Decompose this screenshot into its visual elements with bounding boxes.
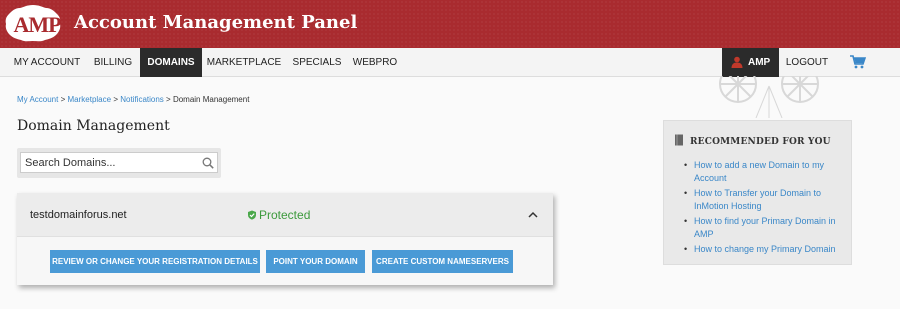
app-title: Account Management Panel <box>74 12 358 33</box>
breadcrumb-separator: > <box>166 95 171 104</box>
search-box <box>17 148 221 178</box>
shield-check-icon <box>248 210 256 220</box>
recommended-link[interactable]: How to find your Primary Domain in AMP <box>694 216 836 239</box>
domain-card: testdomainforus.net Protected REVIEW OR … <box>17 193 553 285</box>
nav-webpro[interactable]: WEBPRO <box>348 48 402 77</box>
domain-name: testdomainforus.net <box>30 209 127 221</box>
nav-specials[interactable]: SPECIALS <box>288 48 346 77</box>
breadcrumb-my-account[interactable]: My Account <box>17 95 58 104</box>
list-item: How to change my Primary Domain <box>684 243 849 256</box>
header-bar: AMP Account Management Panel <box>0 0 900 48</box>
nav-billing[interactable]: BILLING <box>88 48 138 77</box>
user-label: AMP <box>748 57 771 68</box>
logout-link[interactable]: LOGOUT <box>782 48 832 77</box>
recommended-link[interactable]: How to add a new Domain to my Account <box>694 160 824 183</box>
list-item: How to add a new Domain to my Account <box>684 159 849 185</box>
nav-marketplace[interactable]: MARKETPLACE <box>204 48 284 77</box>
breadcrumb: My Account > Marketplace > Notifications… <box>17 95 249 104</box>
nav-domains[interactable]: DOMAINS <box>140 48 202 77</box>
create-nameservers-button[interactable]: CREATE CUSTOM NAMESERVERS <box>372 250 513 273</box>
list-item: How to Transfer your Domain to InMotion … <box>684 187 849 213</box>
recommended-heading: RECOMMENDED FOR YOU <box>674 134 831 147</box>
recommended-link[interactable]: How to Transfer your Domain to InMotion … <box>694 188 821 211</box>
chevron-up-icon[interactable] <box>527 210 539 220</box>
breadcrumb-separator: > <box>60 95 66 104</box>
user-icon <box>731 56 743 68</box>
search-input[interactable] <box>20 152 218 173</box>
breadcrumb-separator: > <box>113 95 118 104</box>
breadcrumb-marketplace[interactable]: Marketplace <box>68 95 112 104</box>
main-nav: MY ACCOUNT BILLING DOMAINS MARKETPLACE S… <box>0 48 900 77</box>
domain-card-header[interactable]: testdomainforus.net Protected <box>17 193 553 237</box>
breadcrumb-notifications[interactable]: Notifications <box>120 95 164 104</box>
recommended-link[interactable]: How to change my Primary Domain <box>694 244 836 254</box>
user-menu[interactable]: AMP <box>722 48 779 77</box>
nav-my-account[interactable]: MY ACCOUNT <box>8 48 86 77</box>
search-icon[interactable] <box>202 157 214 169</box>
recommended-panel: RECOMMENDED FOR YOU How to add a new Dom… <box>663 120 852 265</box>
point-domain-button[interactable]: POINT YOUR DOMAIN <box>266 250 365 273</box>
recommended-title: RECOMMENDED FOR YOU <box>690 137 831 147</box>
status-text: Protected <box>259 208 311 222</box>
wagon-wheels-icon <box>719 76 819 118</box>
review-registration-button[interactable]: REVIEW OR CHANGE YOUR REGISTRATION DETAI… <box>50 250 260 273</box>
page-title: Domain Management <box>17 118 170 134</box>
status-badge: Protected <box>247 208 310 222</box>
logo-text: AMP <box>13 12 61 37</box>
amp-logo[interactable]: AMP <box>4 3 62 43</box>
list-item: How to find your Primary Domain in AMP <box>684 215 849 241</box>
breadcrumb-current: Domain Management <box>172 95 250 104</box>
recommended-list: How to add a new Domain to my Account Ho… <box>684 159 849 258</box>
cart-icon[interactable] <box>850 55 866 69</box>
book-icon <box>675 134 683 146</box>
